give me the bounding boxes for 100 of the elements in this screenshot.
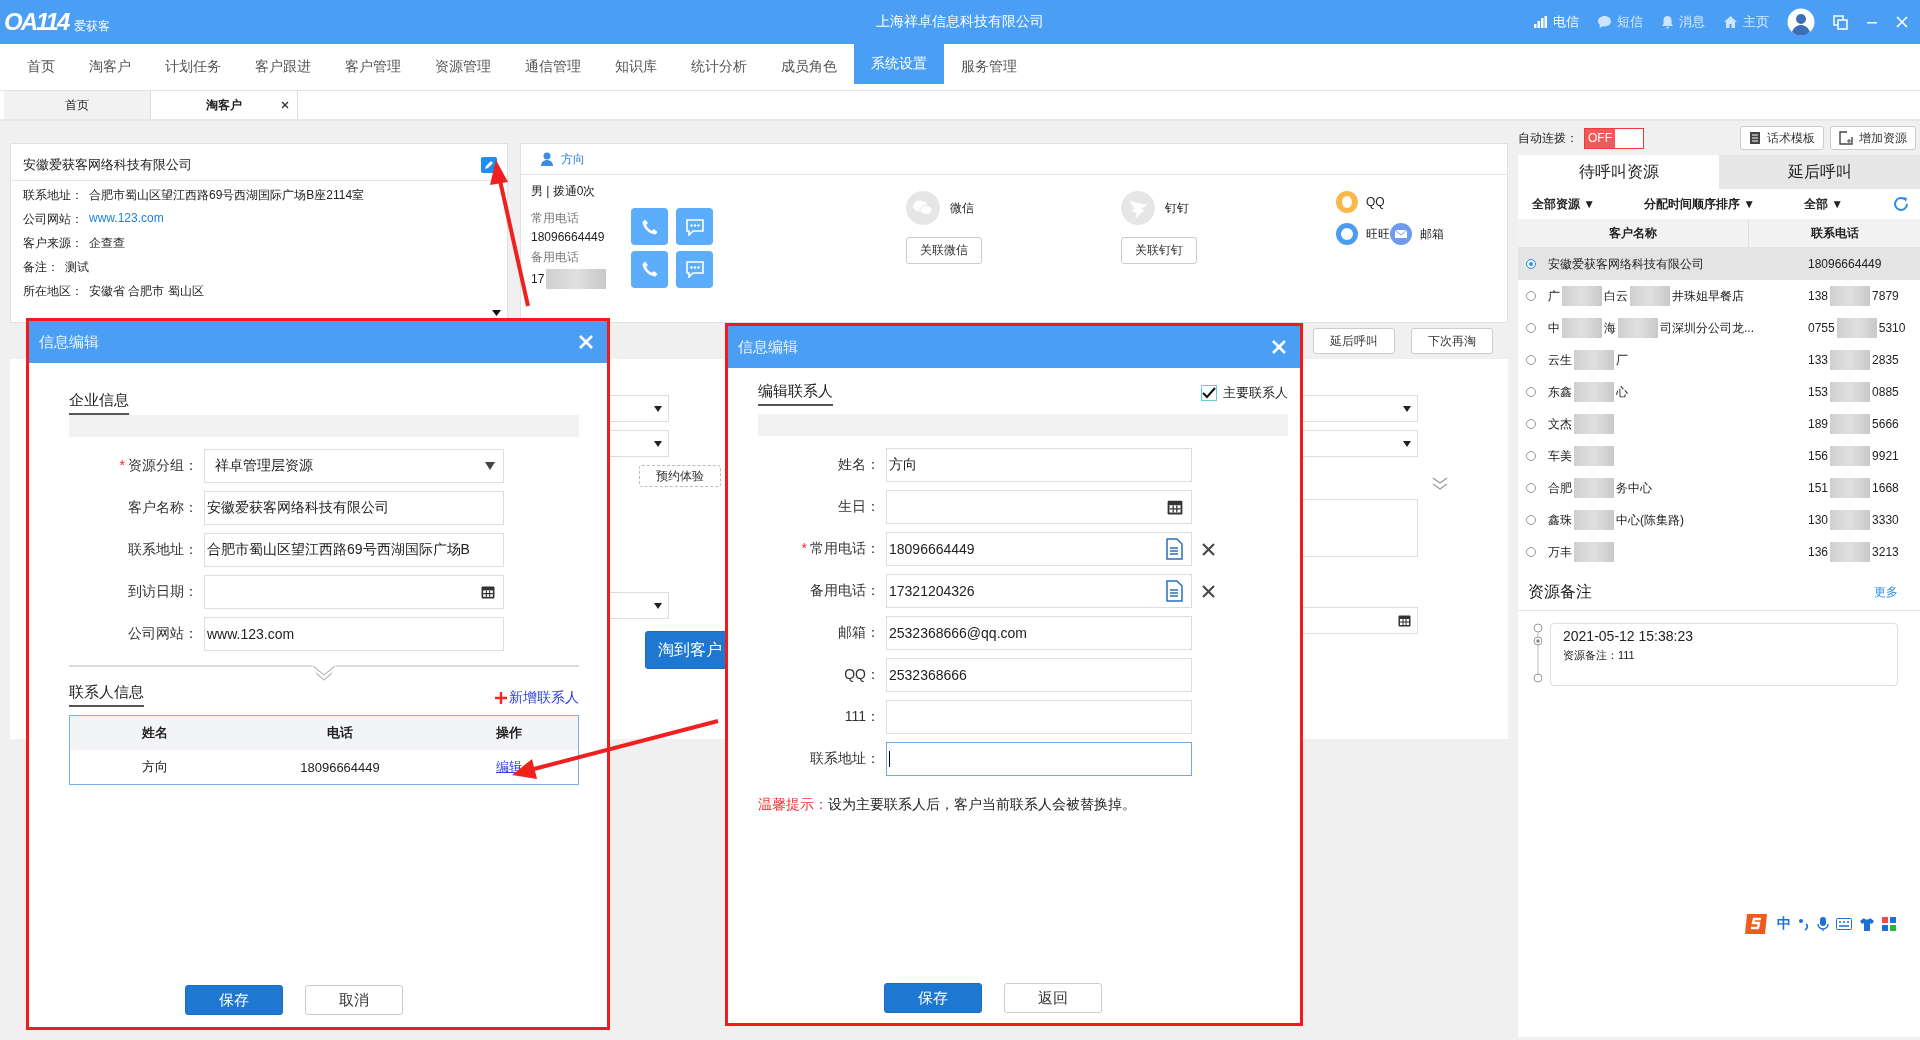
customer-name: 厂 bbox=[1616, 351, 1628, 369]
menu-item[interactable]: 客户管理 bbox=[328, 44, 418, 90]
filter-dropdown[interactable]: 全部 ▼ bbox=[1804, 195, 1844, 213]
input-field[interactable] bbox=[886, 742, 1192, 776]
menu-item[interactable]: 计划任务 bbox=[148, 44, 238, 90]
redaction-blur bbox=[1618, 318, 1658, 338]
message-button[interactable] bbox=[676, 208, 713, 245]
edit-icon[interactable] bbox=[481, 157, 497, 173]
redaction-blur bbox=[1830, 286, 1871, 306]
punctuation-icon[interactable] bbox=[1798, 917, 1810, 931]
menu-item[interactable]: 资源管理 bbox=[418, 44, 508, 90]
menu-item[interactable]: 统计分析 bbox=[674, 44, 764, 90]
face-bubble-icon bbox=[1336, 223, 1358, 245]
checkbox[interactable] bbox=[1201, 385, 1217, 401]
call-button[interactable] bbox=[631, 250, 668, 288]
shirt-icon[interactable] bbox=[1859, 917, 1875, 931]
input-field[interactable]: 2532368666@qq.com bbox=[886, 616, 1192, 650]
dialog-button[interactable]: 取消 bbox=[305, 985, 403, 1015]
list-tab[interactable]: 延后呼叫 bbox=[1719, 155, 1920, 189]
expand-caret-icon[interactable] bbox=[492, 310, 501, 316]
close-icon[interactable] bbox=[281, 101, 289, 109]
appointment-button[interactable]: 预约体验 bbox=[639, 465, 721, 487]
phone-icon bbox=[640, 260, 659, 278]
radio-button[interactable] bbox=[1526, 387, 1536, 397]
call-button[interactable] bbox=[631, 208, 668, 245]
section-tab[interactable]: 联系人信息 bbox=[69, 683, 144, 707]
field-label: 联系地址： bbox=[810, 750, 880, 768]
action-button[interactable]: 下次再淘 bbox=[1411, 328, 1493, 354]
page-tab[interactable]: 首页 bbox=[4, 91, 151, 119]
field-label: 客户名称： bbox=[128, 499, 198, 517]
grid-icon[interactable] bbox=[1882, 917, 1896, 931]
input-field[interactable]: 方向 bbox=[886, 448, 1192, 482]
website-link[interactable]: www.123.com bbox=[89, 211, 164, 228]
keyboard-icon[interactable] bbox=[1836, 918, 1852, 930]
menu-item[interactable]: 服务管理 bbox=[944, 44, 1034, 90]
radio-button[interactable] bbox=[1526, 291, 1536, 301]
section-tab[interactable]: 编辑联系人 bbox=[758, 382, 833, 406]
more-link[interactable]: 更多 bbox=[1874, 583, 1898, 601]
avatar-icon[interactable] bbox=[1787, 8, 1815, 36]
input-field[interactable]: 18096664449 bbox=[886, 532, 1192, 566]
checkbox-label[interactable]: 主要联系人 bbox=[1223, 384, 1288, 402]
plus-icon bbox=[495, 692, 507, 704]
radio-button[interactable] bbox=[1526, 547, 1536, 557]
radio-button[interactable] bbox=[1526, 483, 1536, 493]
document-icon[interactable] bbox=[1165, 538, 1183, 560]
dialog-button[interactable]: 保存 bbox=[185, 985, 283, 1015]
note-time: 2021-05-12 15:38:23 bbox=[1563, 628, 1694, 644]
home-icon[interactable] bbox=[1723, 15, 1738, 29]
delete-icon[interactable] bbox=[1202, 542, 1215, 556]
input-mode-label[interactable]: 中 bbox=[1777, 915, 1791, 933]
timeline-drawing bbox=[1532, 623, 1544, 686]
customer-name: 鑫珠 bbox=[1548, 511, 1572, 529]
message-button[interactable] bbox=[676, 250, 713, 288]
toolbar-button[interactable]: 增加资源 bbox=[1830, 126, 1916, 150]
redaction-blur bbox=[1836, 318, 1877, 338]
radio-button[interactable] bbox=[1526, 259, 1536, 269]
menu-item[interactable]: 成员角色 bbox=[764, 44, 854, 90]
phone-number: 151 bbox=[1808, 481, 1829, 495]
menu-item[interactable]: 淘客户 bbox=[72, 44, 148, 90]
date-field[interactable] bbox=[886, 490, 1192, 524]
link-account-button[interactable]: 关联微信 bbox=[906, 237, 982, 264]
document-icon[interactable] bbox=[1165, 580, 1183, 602]
redaction-blur bbox=[1830, 350, 1871, 370]
chat-bubble-icon[interactable] bbox=[1597, 15, 1612, 29]
filter-dropdown[interactable]: 分配时间顺序排序 ▼ bbox=[1644, 195, 1756, 213]
window-switch-icon[interactable] bbox=[1833, 14, 1848, 30]
menu-item[interactable]: 通信管理 bbox=[508, 44, 598, 90]
calendar-icon bbox=[1167, 499, 1183, 515]
s-logo-icon[interactable] bbox=[1744, 912, 1770, 936]
menu-item[interactable]: 首页 bbox=[10, 44, 72, 90]
delete-icon[interactable] bbox=[1202, 584, 1215, 598]
phone-number: 2835 bbox=[1872, 353, 1899, 367]
dialog-button[interactable]: 保存 bbox=[884, 983, 982, 1013]
date-field[interactable] bbox=[204, 575, 504, 609]
radio-button[interactable] bbox=[1526, 451, 1536, 461]
filter-dropdown[interactable]: 全部资源 ▼ bbox=[1532, 195, 1596, 213]
toolbar-button[interactable]: 话术模板 bbox=[1740, 126, 1824, 150]
action-button[interactable]: 延后呼叫 bbox=[1313, 328, 1395, 354]
add-contact-link[interactable]: 新增联系人 bbox=[495, 689, 579, 707]
radio-button[interactable] bbox=[1526, 323, 1536, 333]
radio-button[interactable] bbox=[1526, 419, 1536, 429]
input-field[interactable]: 2532368666 bbox=[886, 658, 1192, 692]
column-header: 姓名 bbox=[141, 724, 169, 742]
microphone-icon[interactable] bbox=[1817, 916, 1829, 932]
input-field[interactable]: 合肥市蜀山区望江西路69号西湖国际广场B bbox=[204, 533, 504, 567]
customer-name: 中心(陈集路) bbox=[1616, 511, 1684, 529]
input-field[interactable]: 17321204326 bbox=[886, 574, 1192, 608]
refresh-icon[interactable] bbox=[1892, 195, 1910, 213]
input-field[interactable]: www.123.com bbox=[204, 617, 504, 651]
double-chevron-icon[interactable] bbox=[1432, 477, 1448, 491]
radio-button[interactable] bbox=[1526, 515, 1536, 525]
link-account-button[interactable]: 关联钉钉 bbox=[1121, 237, 1197, 264]
radio-button[interactable] bbox=[1526, 355, 1536, 365]
signal-icon[interactable] bbox=[1534, 16, 1548, 28]
dropdown-field[interactable]: 祥卓管理层资源 bbox=[204, 449, 504, 483]
bell-icon[interactable] bbox=[1661, 15, 1674, 29]
menu-item[interactable]: 客户跟进 bbox=[238, 44, 328, 90]
menu-item[interactable]: 知识库 bbox=[598, 44, 674, 90]
dialog-button[interactable]: 返回 bbox=[1004, 983, 1102, 1013]
input-field[interactable]: 安徽爱获客网络科技有限公司 bbox=[204, 491, 504, 525]
